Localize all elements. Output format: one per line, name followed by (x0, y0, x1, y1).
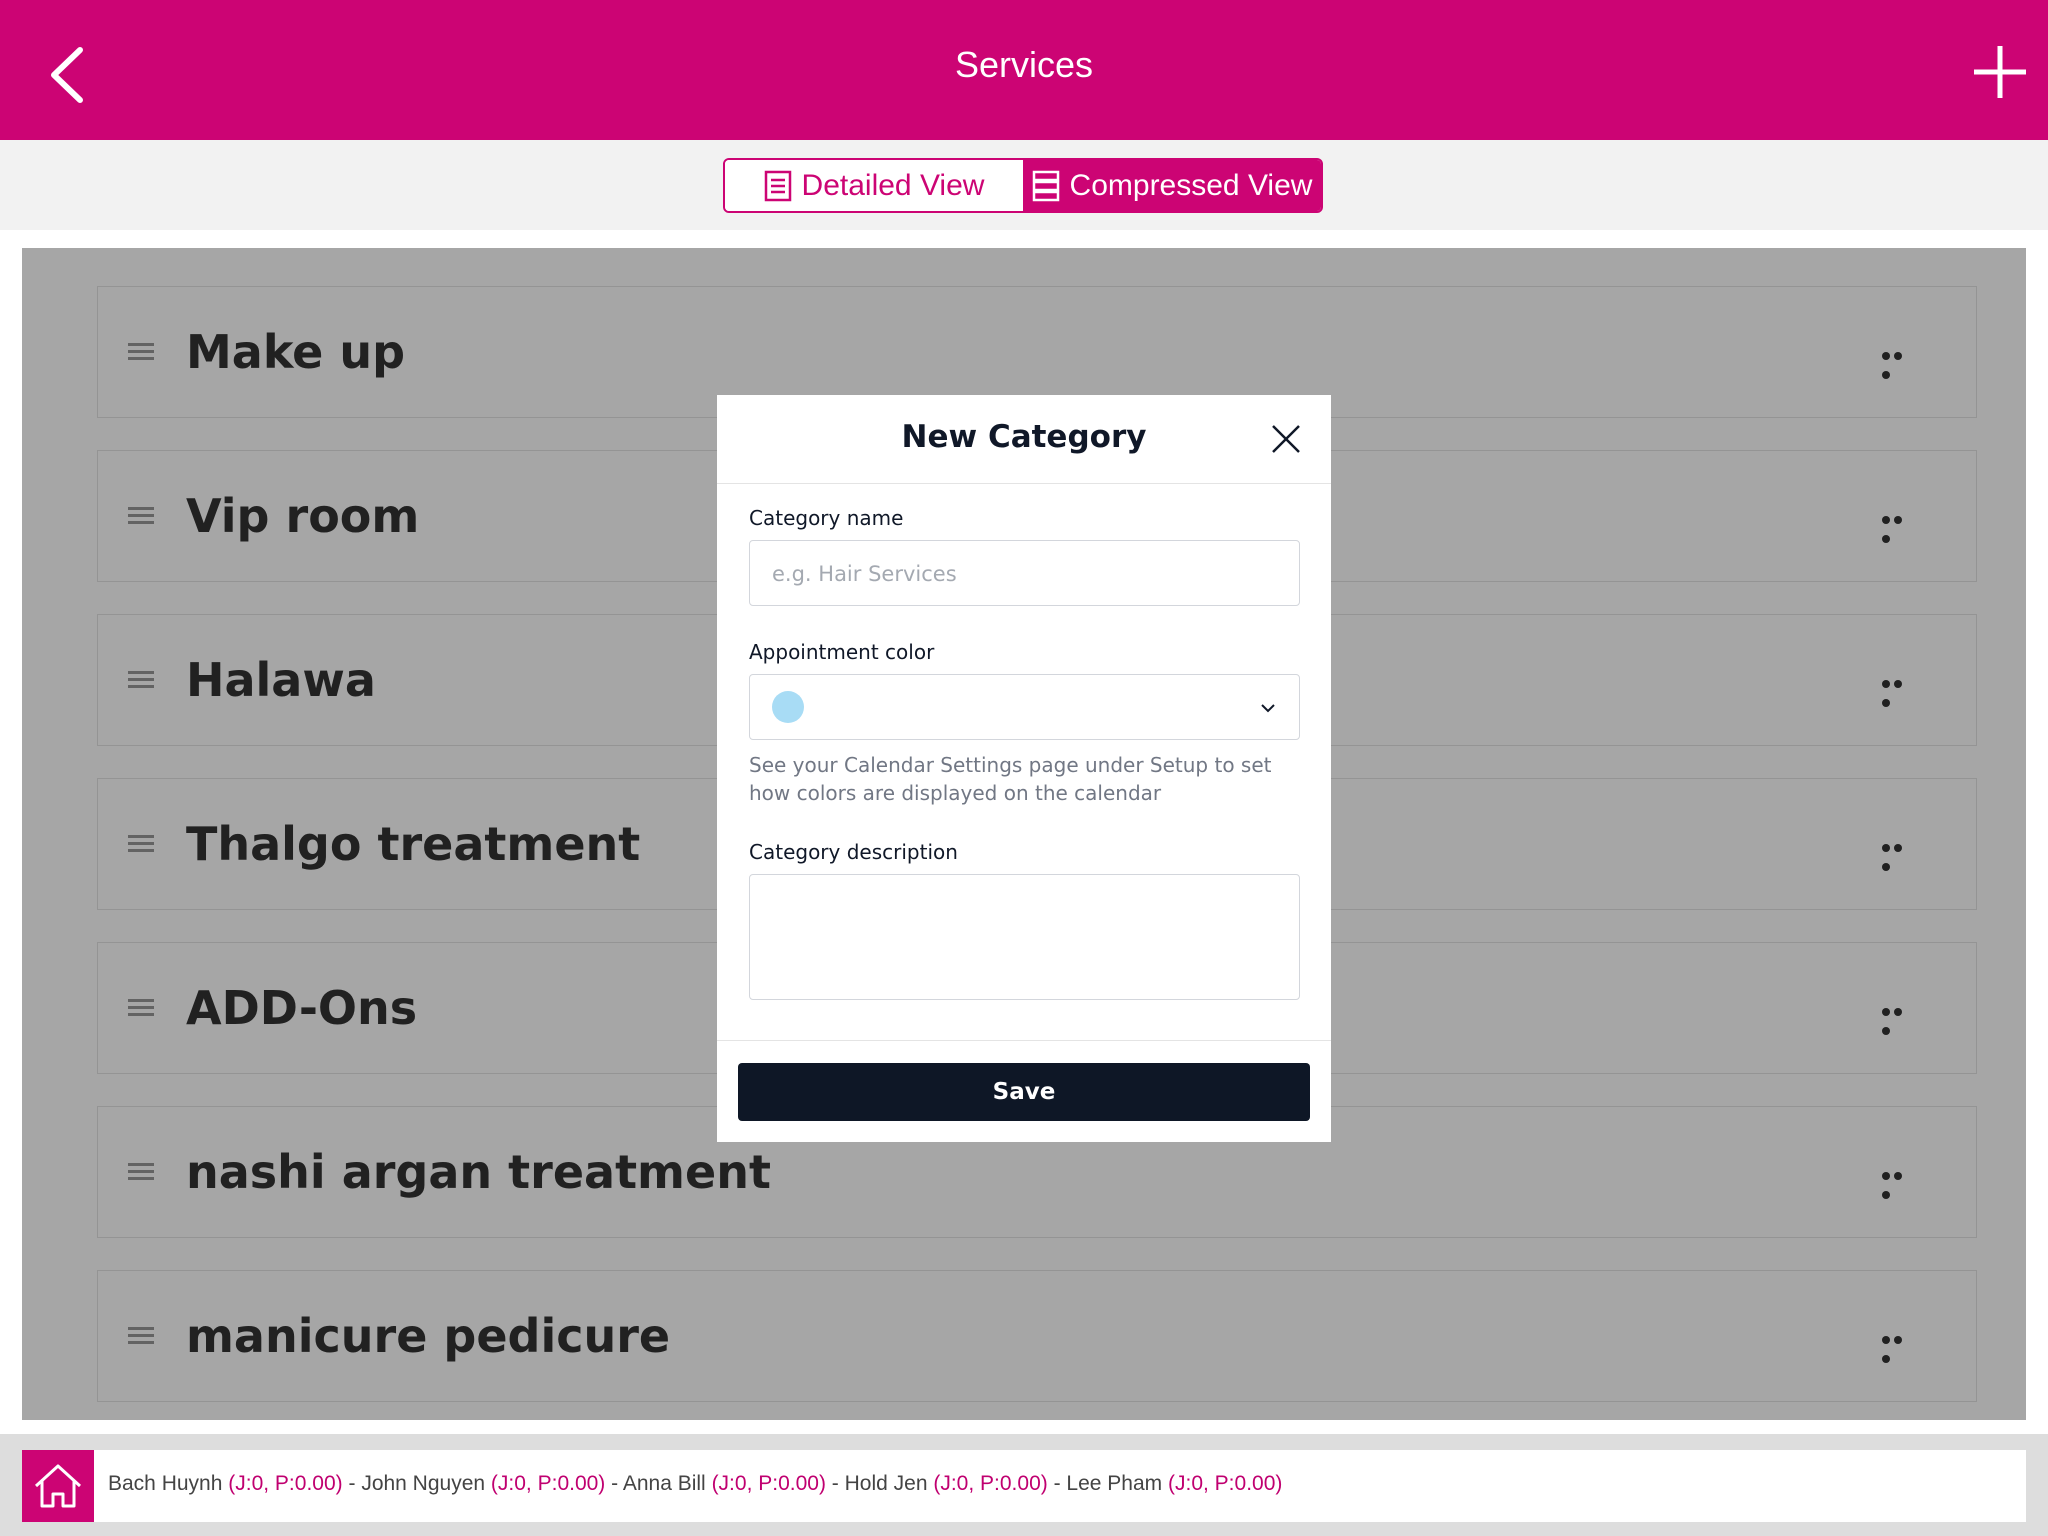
compressed-list-icon (1032, 170, 1059, 201)
staff-name: Hold Jen (844, 1472, 928, 1495)
save-button[interactable]: Save (738, 1063, 1310, 1121)
category-description-textarea[interactable] (749, 874, 1300, 1000)
category-description-label: Category description (749, 840, 958, 864)
home-icon (34, 1464, 82, 1508)
staff-name: Bach Huynh (108, 1472, 223, 1495)
staff-stat: (J:0, P:0.00) (1168, 1472, 1283, 1495)
close-icon (1272, 425, 1300, 453)
list-icon (764, 170, 791, 201)
staff-summary: Bach Huynh (J:0, P:0.00) - John Nguyen (… (108, 1472, 1282, 1496)
staff-name: Anna Bill (622, 1472, 706, 1495)
dialog-footer-divider (717, 1040, 1331, 1041)
staff-bar-inner: Bach Huynh (J:0, P:0.00) - John Nguyen (… (22, 1450, 2026, 1522)
appointment-color-select[interactable] (749, 674, 1300, 740)
staff-separator: - (825, 1472, 845, 1495)
compressed-view-label: Compressed View (1069, 168, 1313, 202)
new-category-dialog: New Category Category name e.g. Hair Ser… (717, 395, 1331, 1142)
detailed-view-button[interactable]: Detailed View (725, 160, 1023, 211)
compressed-view-button[interactable]: Compressed View (1023, 160, 1321, 211)
plus-icon (1974, 46, 2026, 98)
color-hint-text: See your Calendar Settings page under Se… (749, 753, 1272, 805)
staff-separator: - (342, 1472, 362, 1495)
page-title: Services (954, 44, 1094, 85)
dialog-title: New Category (901, 419, 1147, 455)
staff-stat: (J:0, P:0.00) (228, 1472, 343, 1495)
staff-separator: - (605, 1472, 623, 1495)
home-button[interactable] (22, 1450, 94, 1522)
color-swatch (772, 691, 804, 723)
staff-stat: (J:0, P:0.00) (711, 1472, 826, 1495)
category-name-input[interactable]: e.g. Hair Services (749, 540, 1300, 606)
appointment-color-label: Appointment color (749, 640, 935, 664)
dialog-header: New Category (717, 395, 1331, 484)
close-button[interactable] (1270, 423, 1302, 455)
staff-stat: (J:0, P:0.00) (933, 1472, 1048, 1495)
chevron-down-icon (1261, 704, 1275, 713)
detailed-view-label: Detailed View (801, 168, 985, 202)
app-header: Services (0, 0, 2048, 140)
category-name-label: Category name (749, 506, 904, 530)
add-button[interactable] (1972, 44, 2028, 100)
view-toggle: Detailed View Compressed View (723, 158, 1323, 213)
staff-stat: (J:0, P:0.00) (490, 1472, 606, 1495)
staff-separator: - (1047, 1472, 1067, 1495)
staff-bar: Bach Huynh (J:0, P:0.00) - John Nguyen (… (0, 1434, 2048, 1536)
view-toggle-bar: Detailed View Compressed View (0, 140, 2048, 230)
category-name-placeholder: e.g. Hair Services (772, 562, 957, 586)
staff-name: Lee Pham (1066, 1472, 1163, 1495)
staff-name: John Nguyen (361, 1472, 486, 1495)
